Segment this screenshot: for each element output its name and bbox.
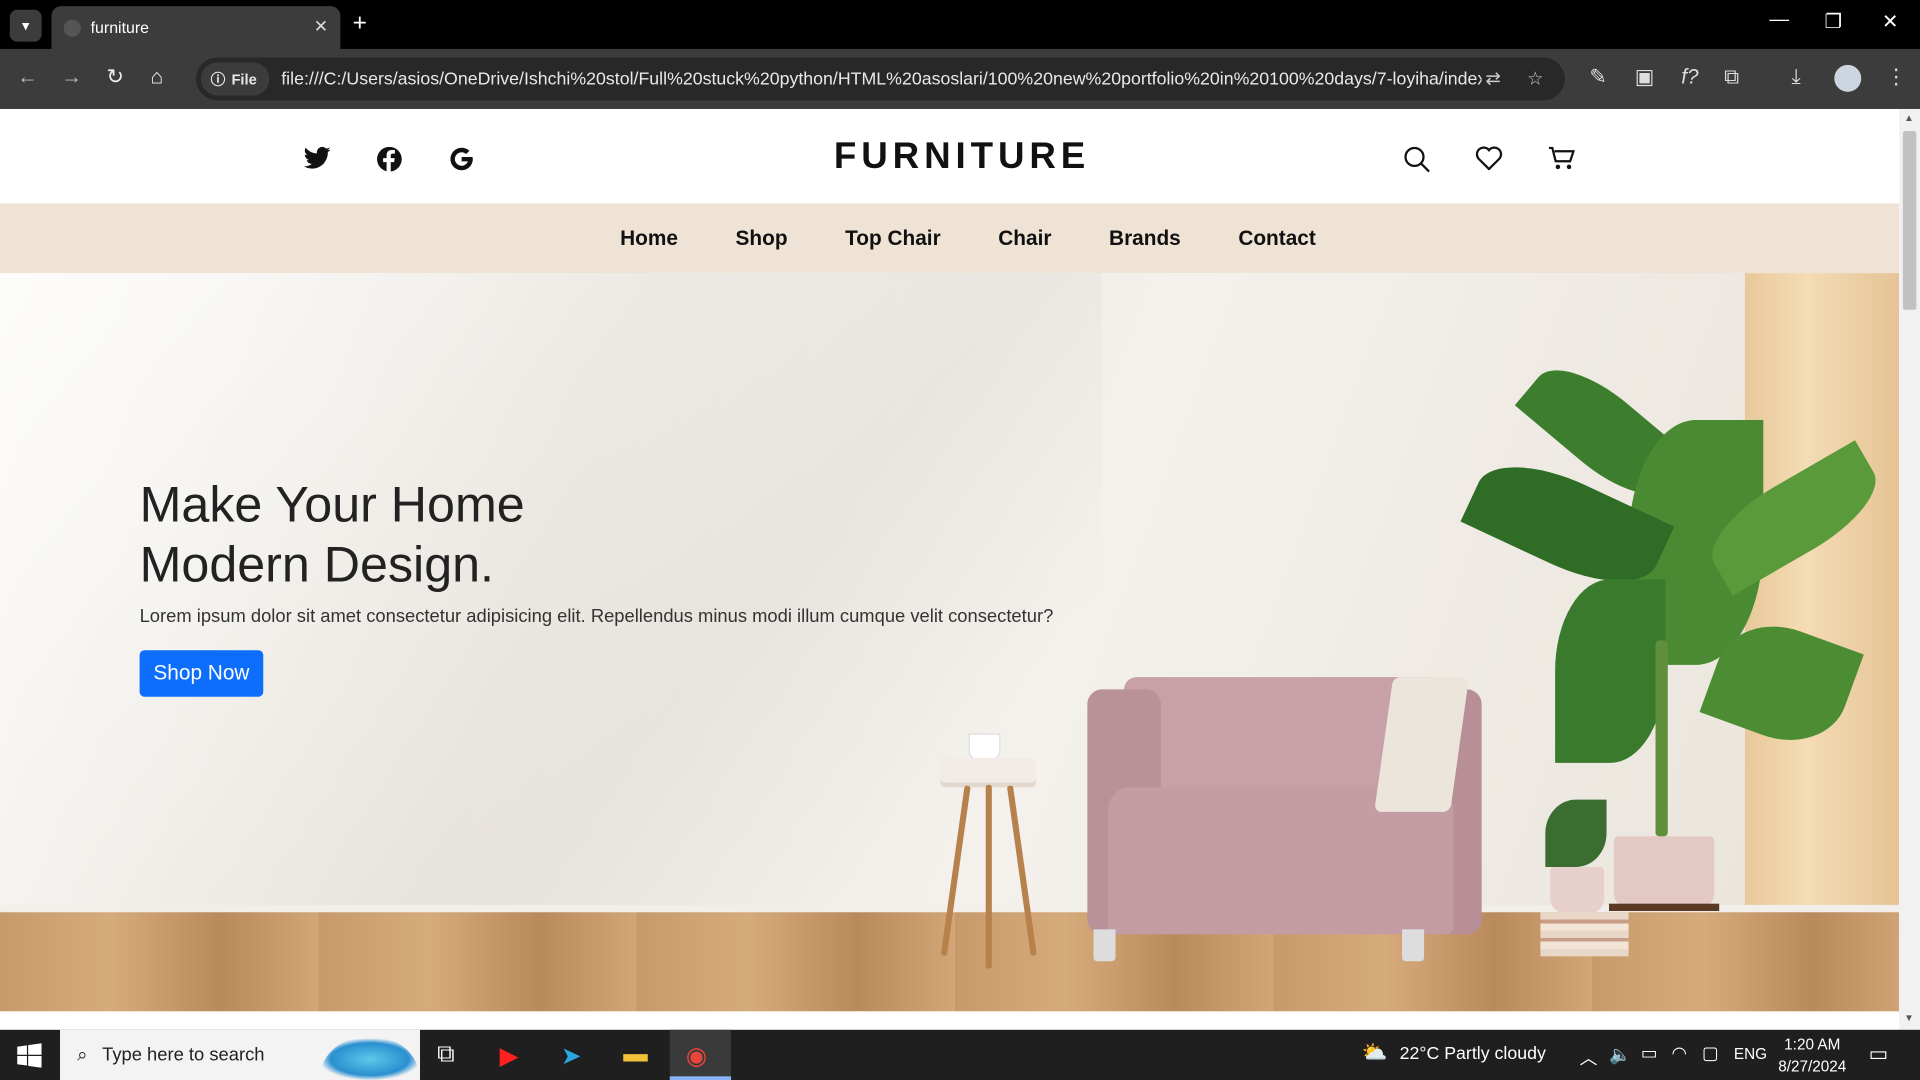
site-brand[interactable]: FURNITURE xyxy=(834,136,1090,178)
file-explorer-icon[interactable]: ▬ xyxy=(623,1041,647,1069)
nav-chair[interactable]: Chair xyxy=(998,226,1051,250)
eyedropper-extension-icon[interactable]: ✎ xyxy=(1589,65,1606,89)
close-window-icon[interactable]: ✕ xyxy=(1882,10,1898,34)
plant-pot xyxy=(1613,836,1715,910)
hero-title: Make Your Home Modern Design. xyxy=(140,475,525,595)
site-info-chip[interactable]: ⓘ File xyxy=(200,62,270,96)
search-highlight-image xyxy=(319,1038,421,1080)
info-icon: ⓘ xyxy=(210,71,226,89)
stool-leg xyxy=(985,784,992,969)
minimize-icon[interactable]: — xyxy=(1769,10,1789,32)
download-icon[interactable]: ⤓ xyxy=(1791,65,1800,89)
tab-favicon-icon xyxy=(63,18,81,37)
url-text: file:///C:/Users/asios/OneDrive/Ishchi%2… xyxy=(281,69,1482,89)
weather-text[interactable]: 22°C Partly cloudy xyxy=(1400,1044,1546,1064)
browser-tab-bar: ▾ furniture ✕ + — ❐ ✕ xyxy=(0,0,1920,49)
facebook-icon[interactable] xyxy=(376,146,403,180)
side-stool xyxy=(940,757,1036,788)
taskbar-search[interactable]: ⌕ Type here to search xyxy=(60,1029,421,1080)
web-page: FURNITURE Home Shop Top Chair Chair Bran… xyxy=(0,108,1900,1012)
twitter-icon[interactable] xyxy=(303,146,331,178)
restore-icon[interactable]: ❐ xyxy=(1825,10,1843,34)
volume-icon[interactable]: 🔈 xyxy=(1609,1044,1631,1066)
search-icon[interactable] xyxy=(1403,146,1430,180)
language-indicator[interactable]: ENG xyxy=(1734,1046,1767,1063)
plant-stem xyxy=(1655,640,1668,837)
scroll-up-icon[interactable]: ▲ xyxy=(1904,113,1914,124)
hero-light-overlay xyxy=(0,273,1103,1012)
notifications-icon[interactable]: ▭ xyxy=(1869,1042,1889,1066)
bookmark-star-icon[interactable]: ☆ xyxy=(1527,67,1543,90)
nav-top-chair[interactable]: Top Chair xyxy=(845,226,941,250)
coffee-cup xyxy=(968,733,1001,761)
kebab-menu-icon[interactable]: ⋮ xyxy=(1886,65,1907,89)
weather-icon[interactable]: ⛅ xyxy=(1362,1041,1388,1065)
forward-icon[interactable]: → xyxy=(61,65,82,89)
reload-icon[interactable]: ↻ xyxy=(107,65,124,89)
profile-avatar[interactable] xyxy=(1834,64,1862,92)
nav-brands[interactable]: Brands xyxy=(1109,226,1181,250)
home-icon[interactable]: ⌂ xyxy=(151,65,164,89)
stacked-books xyxy=(1540,912,1629,957)
new-tab-button[interactable]: + xyxy=(353,10,367,38)
small-plant-pot xyxy=(1550,866,1605,914)
browser-toolbar: ← → ↻ ⌂ ⓘ File file:///C:/Users/asios/On… xyxy=(0,48,1920,109)
battery-icon[interactable]: ▭ xyxy=(1641,1044,1658,1064)
back-icon[interactable]: ← xyxy=(17,65,38,89)
nav-home[interactable]: Home xyxy=(620,226,678,250)
shop-now-button[interactable]: Shop Now xyxy=(139,650,264,697)
cart-icon[interactable] xyxy=(1548,146,1576,178)
main-nav: Home Shop Top Chair Chair Brands Contact xyxy=(0,203,1900,274)
scroll-thumb[interactable] xyxy=(1902,131,1917,310)
clock-time: 1:20 AM xyxy=(1784,1035,1841,1054)
hero-section: Make Your Home Modern Design. Lorem ipsu… xyxy=(0,273,1900,1012)
plant-leaf xyxy=(1555,579,1666,763)
task-view-icon[interactable]: ⧉ xyxy=(437,1041,454,1069)
tray-chevron-icon[interactable]: ︿ xyxy=(1580,1044,1598,1070)
hero-description: Lorem ipsum dolor sit amet consectetur a… xyxy=(139,606,1054,627)
google-icon[interactable] xyxy=(448,146,475,180)
telegram-icon[interactable]: ➤ xyxy=(561,1041,582,1072)
taskbar-search-placeholder: Type here to search xyxy=(102,1044,265,1066)
heart-icon[interactable] xyxy=(1475,146,1503,178)
device-icon[interactable]: ▢ xyxy=(1702,1044,1719,1064)
address-bar[interactable]: ⓘ File file:///C:/Users/asios/OneDrive/I… xyxy=(195,57,1565,101)
chrome-icon[interactable]: ◉ xyxy=(686,1041,707,1072)
clock-date: 8/27/2024 xyxy=(1778,1057,1847,1076)
screen: ▾ furniture ✕ + — ❐ ✕ ← → ↻ ⌂ ⓘ File fil… xyxy=(0,0,1920,1080)
font-extension-icon[interactable]: f? xyxy=(1681,65,1698,89)
small-plant xyxy=(1545,799,1607,867)
puzzle-icon[interactable]: ⧉ xyxy=(1724,65,1739,89)
translate-icon[interactable]: ⇄ xyxy=(1485,67,1500,90)
pot-stand xyxy=(1608,903,1720,912)
nav-shop[interactable]: Shop xyxy=(736,226,788,250)
tab-close-icon[interactable]: ✕ xyxy=(314,16,328,37)
scroll-down-icon[interactable]: ▼ xyxy=(1904,1013,1914,1024)
tab-search-button[interactable]: ▾ xyxy=(9,9,42,42)
tab-title: furniture xyxy=(90,18,150,37)
armchair-foot xyxy=(1402,929,1425,962)
taskbar-clock[interactable]: 1:20 AM 8/27/2024 xyxy=(1771,1033,1854,1077)
wood-panel xyxy=(1744,273,1900,935)
extension-icon[interactable]: ▣ xyxy=(1635,65,1655,89)
nav-contact[interactable]: Contact xyxy=(1238,226,1315,250)
windows-start-icon[interactable] xyxy=(17,1043,42,1074)
search-icon: ⌕ xyxy=(77,1044,88,1066)
armchair-foot xyxy=(1093,929,1116,962)
youtube-icon[interactable]: ▶ xyxy=(500,1041,519,1072)
hero-title-line2: Modern Design. xyxy=(139,536,495,593)
hero-title-line1: Make Your Home xyxy=(139,476,525,533)
site-header: FURNITURE xyxy=(0,108,1900,204)
windows-taskbar: ⌕ Type here to search ⧉ ▶ ➤ ▬ ◉ ⛅ 22°C P… xyxy=(0,1029,1920,1080)
page-scrollbar[interactable]: ▲ ▼ xyxy=(1899,108,1920,1030)
wifi-icon[interactable]: ◠ xyxy=(1671,1044,1686,1064)
browser-tab[interactable]: furniture ✕ xyxy=(51,6,341,49)
file-chip-label: File xyxy=(231,70,257,88)
